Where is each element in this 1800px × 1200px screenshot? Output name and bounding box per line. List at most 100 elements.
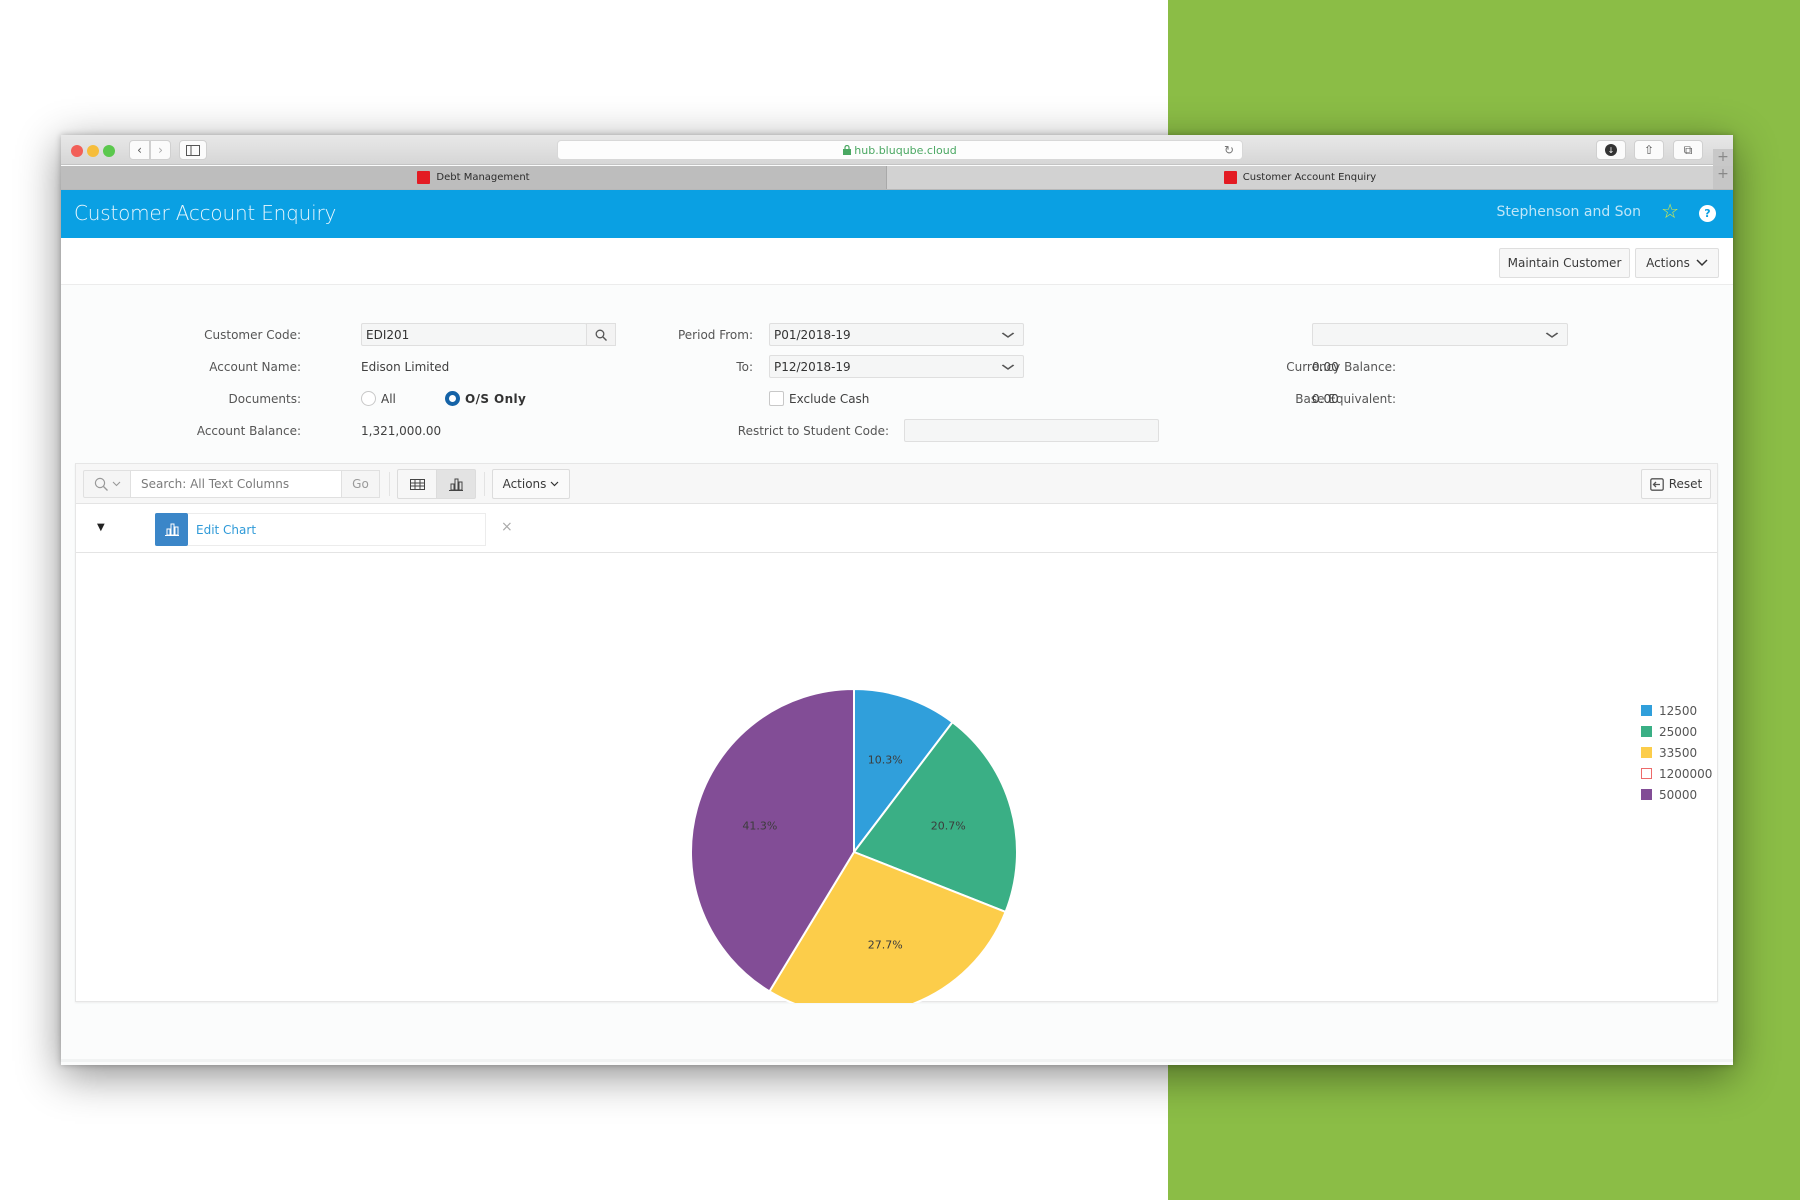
period-to-value: P12/2018-19 bbox=[774, 359, 851, 374]
chevron-down-icon bbox=[550, 481, 559, 487]
report-toolbar: Search: All Text Columns Go Actions Rese… bbox=[76, 464, 1717, 504]
chart-legend: 12500 25000 33500 1200000 50000 bbox=[1641, 700, 1712, 805]
customer-code-input[interactable]: EDI201 bbox=[361, 323, 587, 346]
reload-icon[interactable]: ↻ bbox=[1224, 143, 1234, 157]
pie-label-50000: 41.3% bbox=[742, 820, 777, 833]
exclude-cash-label[interactable]: Exclude Cash bbox=[789, 392, 869, 406]
legend-item-33500[interactable]: 33500 bbox=[1641, 742, 1712, 763]
company-name[interactable]: Stephenson and Son bbox=[1496, 204, 1641, 220]
chevron-down-icon bbox=[1545, 332, 1559, 338]
close-icon[interactable]: × bbox=[501, 519, 513, 535]
report-region: Search: All Text Columns Go Actions Rese… bbox=[75, 463, 1718, 1003]
help-icon[interactable]: ? bbox=[1699, 205, 1716, 222]
favicon-icon bbox=[1223, 171, 1237, 184]
sidebar-icon bbox=[186, 144, 200, 156]
legend-item-1200000[interactable]: 1200000 bbox=[1641, 763, 1712, 784]
account-name-label: Account Name: bbox=[209, 360, 301, 374]
pie-label-25000: 20.7% bbox=[931, 820, 966, 833]
bar-chart-icon bbox=[449, 478, 463, 491]
chevron-right-icon: › bbox=[158, 143, 163, 157]
pie-label-12500: 10.3% bbox=[868, 753, 903, 766]
url-text: hub.bluqube.cloud bbox=[854, 143, 957, 157]
legend-label: 12500 bbox=[1659, 703, 1698, 718]
share-button[interactable]: ⇧ bbox=[1634, 140, 1664, 160]
sidebar-toggle-button[interactable] bbox=[179, 140, 207, 160]
chevron-down-icon bbox=[1001, 332, 1015, 338]
documents-label: Documents: bbox=[228, 392, 301, 406]
base-equivalent-label: Base Equivalent: bbox=[1295, 392, 1396, 406]
report-actions-button[interactable]: Actions bbox=[492, 469, 570, 499]
reset-icon bbox=[1649, 477, 1664, 491]
lock-icon bbox=[843, 145, 852, 155]
view-chart-button[interactable] bbox=[436, 469, 476, 499]
search-icon bbox=[595, 329, 607, 341]
legend-label: 1200000 bbox=[1659, 766, 1713, 781]
address-bar[interactable]: hub.bluqube.cloud ↻ bbox=[557, 140, 1243, 160]
legend-swatch bbox=[1641, 726, 1652, 737]
period-from-select[interactable]: P01/2018-19 bbox=[769, 323, 1024, 346]
chevron-down-icon bbox=[1696, 259, 1708, 267]
tab-overview-button[interactable]: ⧉ bbox=[1673, 140, 1703, 160]
close-window-button[interactable] bbox=[71, 145, 83, 157]
new-tab-button[interactable]: + bbox=[1713, 166, 1733, 189]
search-input[interactable]: Search: All Text Columns bbox=[131, 470, 342, 498]
collapse-triangle-icon[interactable]: ▼ bbox=[97, 522, 105, 533]
pie-chart: 10.3% 20.7% 27.7% 41.3% bbox=[690, 687, 1018, 1003]
currency-balance-value: 0.00 bbox=[1312, 360, 1339, 374]
maintain-customer-button[interactable]: Maintain Customer bbox=[1499, 248, 1630, 278]
control-panel: ▼ Edit Chart × bbox=[76, 504, 1717, 553]
grid-icon bbox=[409, 478, 425, 490]
browser-toolbar: ‹ › hub.bluqube.cloud ↻ ↓ ⇧ ⧉ + bbox=[61, 135, 1733, 166]
actions-menu-button[interactable]: Actions bbox=[1635, 248, 1719, 278]
back-button[interactable]: ‹ bbox=[129, 140, 150, 160]
page-title: Customer Account Enquiry bbox=[74, 201, 337, 225]
edit-chart-control[interactable]: Edit Chart bbox=[155, 512, 486, 546]
period-to-select[interactable]: P12/2018-19 bbox=[769, 355, 1024, 378]
button-bar: Maintain Customer Actions bbox=[61, 238, 1733, 285]
search-column-menu[interactable] bbox=[83, 470, 131, 498]
legend-label: 50000 bbox=[1659, 787, 1698, 802]
go-button[interactable]: Go bbox=[342, 470, 380, 498]
legend-swatch bbox=[1641, 768, 1652, 779]
search-placeholder: Search: All Text Columns bbox=[141, 477, 290, 491]
customer-code-label: Customer Code: bbox=[204, 328, 301, 342]
pie-label-33500: 27.7% bbox=[868, 939, 903, 952]
tab-bar: Debt Management Customer Account Enquiry… bbox=[61, 166, 1733, 190]
customer-code-value: EDI201 bbox=[366, 327, 410, 342]
customer-lookup-button[interactable] bbox=[586, 323, 616, 346]
currency-balance-label: Currency Balance: bbox=[1286, 360, 1396, 374]
report-actions-label: Actions bbox=[502, 477, 547, 491]
period-from-value: P01/2018-19 bbox=[774, 327, 851, 342]
student-code-label: Restrict to Student Code: bbox=[737, 424, 889, 438]
account-balance-label: Account Balance: bbox=[196, 424, 301, 438]
documents-os-only-label[interactable]: O/S Only bbox=[465, 392, 526, 406]
exclude-cash-checkbox[interactable] bbox=[769, 391, 784, 406]
documents-all-label[interactable]: All bbox=[381, 392, 396, 406]
currency-select[interactable] bbox=[1312, 323, 1568, 346]
chevron-down-icon bbox=[1001, 364, 1015, 370]
documents-all-radio[interactable] bbox=[361, 391, 376, 406]
app-header: Customer Account Enquiry Stephenson and … bbox=[61, 190, 1733, 238]
maximize-window-button[interactable] bbox=[103, 145, 115, 157]
reset-button[interactable]: Reset bbox=[1641, 469, 1711, 499]
student-code-input[interactable] bbox=[904, 419, 1159, 442]
view-report-button[interactable] bbox=[397, 469, 437, 499]
tab-debt-management[interactable]: Debt Management bbox=[61, 166, 887, 189]
chevron-left-icon: ‹ bbox=[137, 143, 142, 157]
forward-button[interactable]: › bbox=[150, 140, 171, 160]
legend-item-12500[interactable]: 12500 bbox=[1641, 700, 1712, 721]
chevron-down-icon bbox=[112, 481, 120, 487]
legend-item-25000[interactable]: 25000 bbox=[1641, 721, 1712, 742]
minimize-window-button[interactable] bbox=[87, 145, 99, 157]
star-icon[interactable]: ☆ bbox=[1661, 199, 1679, 223]
browser-window: ‹ › hub.bluqube.cloud ↻ ↓ ⇧ ⧉ + Debt Man… bbox=[61, 135, 1733, 1065]
legend-item-50000[interactable]: 50000 bbox=[1641, 784, 1712, 805]
documents-os-only-radio[interactable] bbox=[445, 391, 460, 406]
new-tab-button-top[interactable]: + bbox=[1713, 149, 1733, 166]
downloads-button[interactable]: ↓ bbox=[1596, 140, 1626, 160]
chart-area: 10.3% 20.7% 27.7% 41.3% 12500 25000 33500 1200… bbox=[76, 553, 1717, 1003]
edit-chart-link[interactable]: Edit Chart bbox=[196, 523, 256, 537]
tab-customer-account-enquiry[interactable]: Customer Account Enquiry bbox=[887, 166, 1713, 189]
period-to-label: To: bbox=[736, 360, 753, 374]
tab-label: Debt Management bbox=[436, 172, 530, 183]
